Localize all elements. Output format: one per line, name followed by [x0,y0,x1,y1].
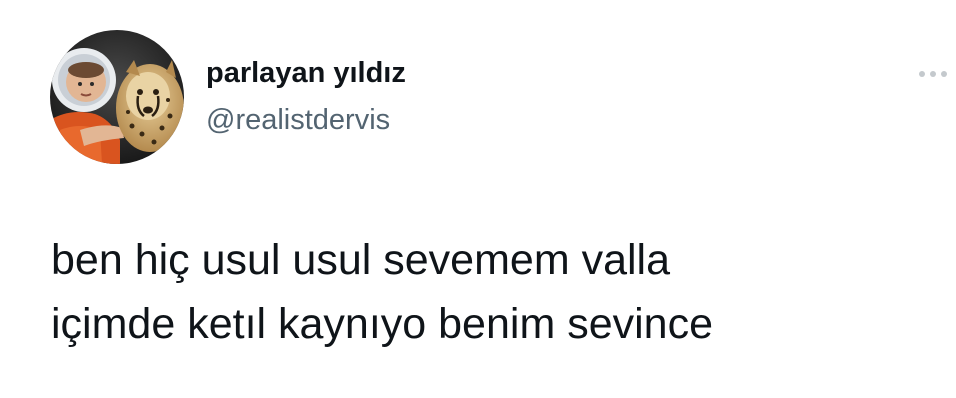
more-options-button[interactable] [917,62,949,86]
handle[interactable]: @realistdervis [206,103,390,137]
display-name[interactable]: parlayan yıldız [206,56,406,90]
avatar[interactable] [50,30,184,164]
astronaut-with-cheetah-avatar-icon [50,30,184,164]
tweet-text-line: içimde ketıl kaynıyo benim sevince [51,300,714,348]
tweet-card: parlayan yıldız @realistdervis ben hiç u… [0,0,956,398]
tweet-text: ben hiç usul usul sevemem valla içimde k… [51,228,941,356]
tweet-text-line: ben hiç usul usul sevemem valla [51,236,671,284]
more-horizontal-icon [919,71,947,77]
